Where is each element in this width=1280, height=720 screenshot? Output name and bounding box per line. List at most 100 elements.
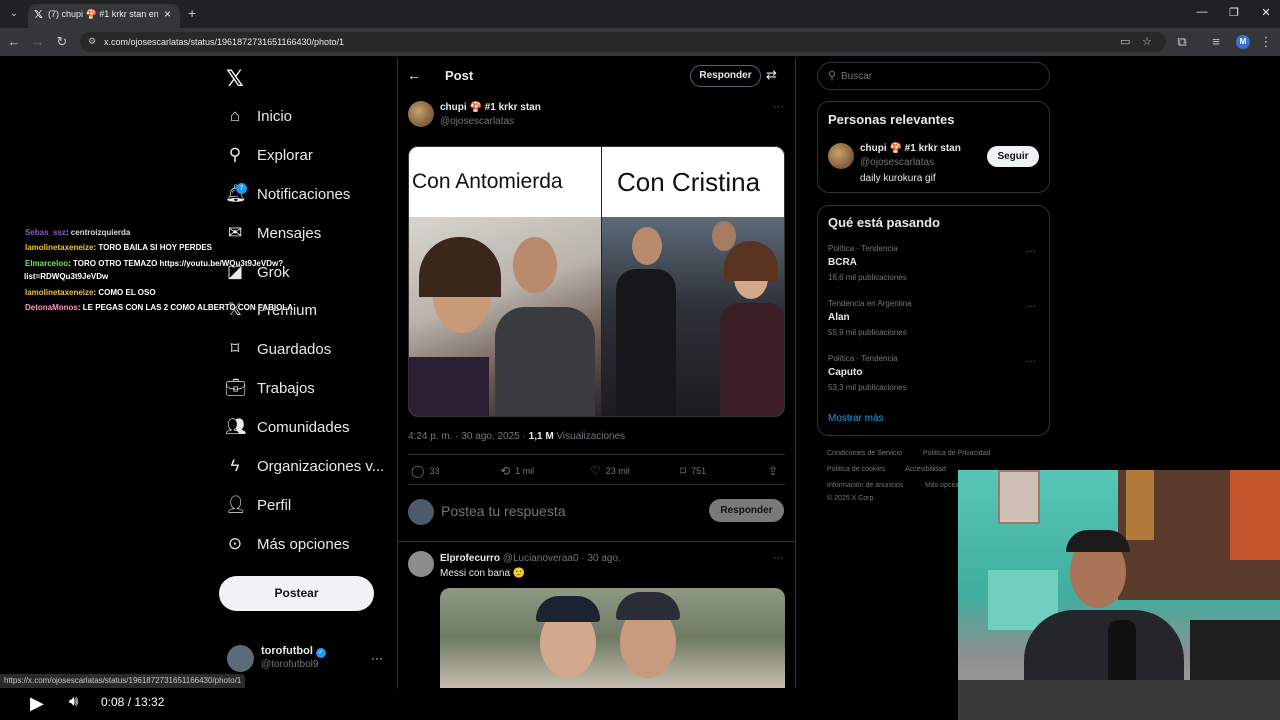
chat-username: Elmarceloo xyxy=(25,259,69,268)
more-circle-icon: ⊙ xyxy=(227,534,243,553)
account-name[interactable]: torofutbol ✓ xyxy=(261,645,326,658)
filter-icon[interactable]: ⇄ xyxy=(766,67,777,83)
post-image[interactable]: Con Antomierda Con Cristina xyxy=(408,146,785,417)
forward-icon[interactable]: → xyxy=(30,34,46,50)
restore-icon[interactable]: ❐ xyxy=(1226,6,1242,19)
footer-link: © 2025 X Corp. xyxy=(827,495,876,502)
reply-input[interactable]: Postea tu respuesta xyxy=(441,503,566,519)
meme-separator xyxy=(601,147,602,416)
sidebar-item-label: Comunidades xyxy=(257,418,350,436)
reply-header-button[interactable]: Responder xyxy=(690,65,761,87)
people-icon: 👥︎ xyxy=(225,417,247,436)
sidebar-item-guardados[interactable]: ⌑ Guardados xyxy=(225,337,332,361)
comment-icon: ◯ xyxy=(411,464,425,478)
reply-more-icon[interactable]: ··· xyxy=(773,552,784,564)
minimize-icon[interactable]: — xyxy=(1194,6,1210,18)
chat-text: : COMO EL OSO xyxy=(93,288,156,297)
relevant-avatar[interactable] xyxy=(828,143,854,169)
x-favicon-icon: 𝕏 xyxy=(34,9,43,21)
reply-avatar[interactable] xyxy=(408,551,434,577)
sidebar-item-label: Guardados xyxy=(257,340,332,358)
notification-badge: 7 xyxy=(236,183,247,194)
chat-username: lamolinetaxeneize xyxy=(25,288,94,297)
post-button[interactable]: Postear xyxy=(219,576,374,611)
account-more-icon[interactable]: ··· xyxy=(371,651,383,665)
bookmark-star-icon[interactable]: ☆ xyxy=(1142,35,1152,48)
sidebar-item-explorar[interactable]: ⚲ Explorar xyxy=(225,143,313,167)
volume-icon[interactable]: 🔊︎ xyxy=(69,693,78,710)
relevant-name[interactable]: chupi 🍄 #1 krkr stan xyxy=(860,143,961,154)
show-more-link[interactable]: Mostrar más xyxy=(828,413,884,424)
search-input[interactable]: ⚲ Buscar xyxy=(817,62,1050,90)
extensions-icon[interactable]: ⧉ xyxy=(1174,34,1190,50)
chat-username: DetonaMonos xyxy=(25,303,78,312)
share-action[interactable]: ⇪ xyxy=(768,464,778,478)
views-count: 1,1 M xyxy=(528,431,554,442)
x-logo-icon[interactable]: 𝕏 xyxy=(226,66,244,92)
bookmark-action[interactable]: ⌑ 751 xyxy=(680,464,706,478)
new-tab-icon[interactable]: + xyxy=(188,6,196,20)
cast-icon[interactable]: ▭ xyxy=(1120,35,1130,48)
site-info-icon[interactable]: ⚙ xyxy=(88,36,96,47)
address-bar[interactable]: ⚙ x.com/ojosescarlatas/status/1961872731… xyxy=(80,32,1166,52)
footer-link[interactable]: Política de Privacidad xyxy=(923,450,990,457)
page-title: Post xyxy=(445,68,474,83)
back-icon[interactable]: ← xyxy=(6,34,22,50)
sidebar-item-label: Inicio xyxy=(257,107,293,125)
divider xyxy=(408,454,785,455)
trend-category: Política · Tendencia xyxy=(828,244,898,253)
reply-author[interactable]: Elprofecurro @Lucianoveraa0 · 30 ago. xyxy=(440,553,621,564)
sidebar-item-label: Más opciones xyxy=(257,535,350,553)
reload-icon[interactable]: ↻ xyxy=(54,34,70,50)
like-action[interactable]: ♡ 23 mil xyxy=(590,464,630,478)
repost-action[interactable]: ⟲ 1 mil xyxy=(500,464,534,478)
tab-search-icon[interactable]: ⌄ xyxy=(6,6,22,22)
chat-message: Elmarceloo: TORO OTRO TEMAZO https://you… xyxy=(25,259,283,268)
tab-title: (7) chupi 🍄 #1 krkr stan en X: xyxy=(48,9,158,19)
sidebar-item-inicio[interactable]: ⌂ Inicio xyxy=(225,104,292,128)
url-text: x.com/ojosescarlatas/status/196187273165… xyxy=(104,37,345,47)
footer-link[interactable]: Información de anuncios xyxy=(827,482,903,489)
trend-name[interactable]: Caputo xyxy=(828,367,862,378)
reply-action[interactable]: ◯ 33 xyxy=(411,464,439,478)
follow-button[interactable]: Seguir xyxy=(987,146,1039,167)
reply-image[interactable] xyxy=(440,588,785,688)
sidebar-item-label: Explorar xyxy=(257,146,313,164)
chat-text: : LE PEGAS CON LAS 2 COMO ALBERTO CON FA… xyxy=(77,303,294,312)
media-control-icon[interactable]: ≡ xyxy=(1208,34,1224,50)
sidebar-item-trabajos[interactable]: 💼︎ Trabajos xyxy=(225,376,315,400)
profile-avatar[interactable]: M xyxy=(1236,35,1250,49)
sidebar-item-organizaciones[interactable]: ϟ Organizaciones v... xyxy=(225,454,385,478)
repost-icon: ⟲ xyxy=(500,464,511,478)
back-arrow-icon[interactable]: ← xyxy=(407,67,421,83)
footer-link[interactable]: Accesibilidad xyxy=(905,466,946,473)
sidebar-item-label: Mensajes xyxy=(257,224,322,242)
trend-count: 53,3 mil publicaciones xyxy=(828,383,907,392)
sidebar-item-más[interactable]: ⊙ Más opciones xyxy=(225,532,350,556)
chat-message: Sebas_ssz: centroizquierda xyxy=(25,228,130,237)
trend-more-icon[interactable]: ··· xyxy=(1026,301,1036,312)
browser-tab[interactable]: 𝕏 (7) chupi 🍄 #1 krkr stan en X: × xyxy=(28,4,180,28)
trend-more-icon[interactable]: ··· xyxy=(1026,246,1036,257)
sidebar-item-mensajes[interactable]: ✉ Mensajes xyxy=(225,221,321,245)
trend-name[interactable]: BCRA xyxy=(828,257,857,268)
sidebar-item-comunidades[interactable]: 👥︎ Comunidades xyxy=(225,415,350,439)
author-name[interactable]: chupi 🍄 #1 krkr stan xyxy=(440,102,541,113)
sidebar-item-perfil[interactable]: 👤︎ Perfil xyxy=(225,493,291,517)
close-tab-icon[interactable]: × xyxy=(164,7,171,21)
trend-more-icon[interactable]: ··· xyxy=(1026,356,1036,367)
trending-title: Qué está pasando xyxy=(828,215,940,230)
sidebar-item-label: Trabajos xyxy=(257,379,315,397)
footer-link[interactable]: Condiciones de Servicio xyxy=(827,450,902,457)
play-icon[interactable]: ▶ xyxy=(30,693,44,714)
browser-menu-icon[interactable]: ⋮ xyxy=(1258,34,1274,50)
footer-link[interactable]: Política de cookies xyxy=(827,466,885,473)
account-avatar[interactable] xyxy=(227,645,254,672)
trend-name[interactable]: Alan xyxy=(828,312,850,323)
author-handle[interactable]: @ojosescarlatas xyxy=(440,116,514,127)
author-avatar[interactable] xyxy=(408,101,434,127)
reply-submit-button[interactable]: Responder xyxy=(709,499,784,522)
bookmark-icon: ⌑ xyxy=(680,464,687,478)
window-close-icon[interactable]: ✕ xyxy=(1258,6,1274,19)
post-more-icon[interactable]: ··· xyxy=(773,101,784,113)
